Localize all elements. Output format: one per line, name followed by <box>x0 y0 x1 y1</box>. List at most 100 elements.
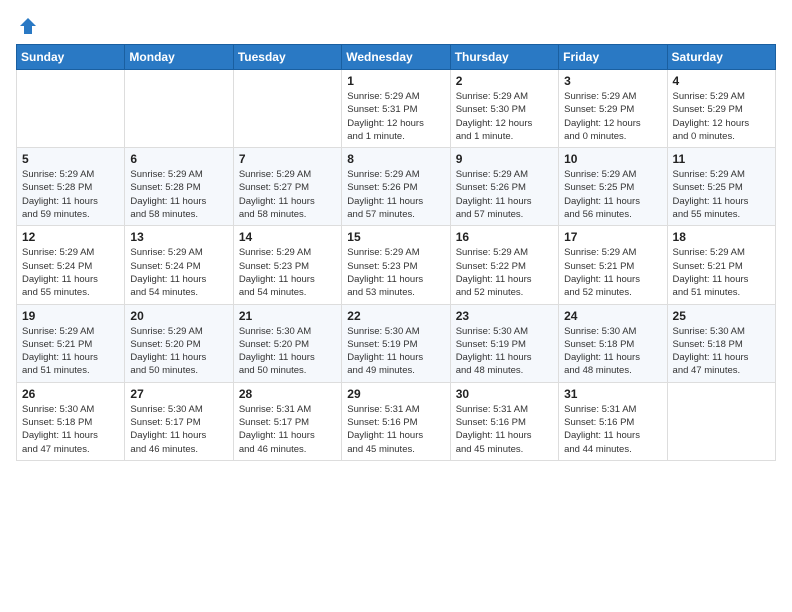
day-number: 18 <box>673 230 770 244</box>
day-info: Sunrise: 5:30 AM Sunset: 5:19 PM Dayligh… <box>456 325 553 378</box>
day-info: Sunrise: 5:29 AM Sunset: 5:28 PM Dayligh… <box>130 168 227 221</box>
day-number: 7 <box>239 152 336 166</box>
day-cell: 20 Sunrise: 5:29 AM Sunset: 5:20 PM Dayli… <box>125 304 233 382</box>
day-cell: 12 Sunrise: 5:29 AM Sunset: 5:24 PM Dayli… <box>17 226 125 304</box>
day-info: Sunrise: 5:29 AM Sunset: 5:27 PM Dayligh… <box>239 168 336 221</box>
day-cell: 14Sunrise: 5:29 AM Sunset: 5:23 PM Dayli… <box>233 226 341 304</box>
day-number: 9 <box>456 152 553 166</box>
day-number: 25 <box>673 309 770 323</box>
day-info: Sunrise: 5:30 AM Sunset: 5:20 PM Dayligh… <box>239 325 336 378</box>
logo <box>16 16 38 36</box>
day-cell: 16 Sunrise: 5:29 AM Sunset: 5:22 PM Dayli… <box>450 226 558 304</box>
day-cell: 11 Sunrise: 5:29 AM Sunset: 5:25 PM Dayli… <box>667 148 775 226</box>
day-number: 6 <box>130 152 227 166</box>
header-cell-sunday: Sunday <box>17 45 125 70</box>
day-info: Sunrise: 5:29 AM Sunset: 5:20 PM Dayligh… <box>130 325 227 378</box>
day-number: 31 <box>564 387 661 401</box>
logo-icon <box>18 16 38 36</box>
day-info: Sunrise: 5:29 AM Sunset: 5:24 PM Dayligh… <box>22 246 119 299</box>
day-number: 14 <box>239 230 336 244</box>
day-cell: 31 Sunrise: 5:31 AM Sunset: 5:16 PM Dayli… <box>559 382 667 460</box>
day-cell: 30 Sunrise: 5:31 AM Sunset: 5:16 PM Dayli… <box>450 382 558 460</box>
day-info: Sunrise: 5:29 AM Sunset: 5:25 PM Dayligh… <box>564 168 661 221</box>
day-info: Sunrise: 5:31 AM Sunset: 5:16 PM Dayligh… <box>347 403 444 456</box>
day-info: Sunrise: 5:29 AM Sunset: 5:29 PM Dayligh… <box>673 90 770 143</box>
day-cell: 15Sunrise: 5:29 AM Sunset: 5:23 PM Dayli… <box>342 226 450 304</box>
day-cell <box>233 70 341 148</box>
day-cell: 26 Sunrise: 5:30 AM Sunset: 5:18 PM Dayli… <box>17 382 125 460</box>
day-cell: 10 Sunrise: 5:29 AM Sunset: 5:25 PM Dayli… <box>559 148 667 226</box>
day-info: Sunrise: 5:29 AM Sunset: 5:24 PM Dayligh… <box>130 246 227 299</box>
day-info: Sunrise: 5:30 AM Sunset: 5:19 PM Dayligh… <box>347 325 444 378</box>
day-cell: 24 Sunrise: 5:30 AM Sunset: 5:18 PM Dayli… <box>559 304 667 382</box>
day-info: Sunrise: 5:30 AM Sunset: 5:18 PM Dayligh… <box>22 403 119 456</box>
day-info: Sunrise: 5:31 AM Sunset: 5:16 PM Dayligh… <box>564 403 661 456</box>
day-number: 20 <box>130 309 227 323</box>
header-cell-saturday: Saturday <box>667 45 775 70</box>
header-cell-wednesday: Wednesday <box>342 45 450 70</box>
day-number: 11 <box>673 152 770 166</box>
header-cell-friday: Friday <box>559 45 667 70</box>
day-number: 29 <box>347 387 444 401</box>
day-info: Sunrise: 5:30 AM Sunset: 5:17 PM Dayligh… <box>130 403 227 456</box>
day-info: Sunrise: 5:29 AM Sunset: 5:26 PM Dayligh… <box>347 168 444 221</box>
header-cell-tuesday: Tuesday <box>233 45 341 70</box>
header-row: SundayMondayTuesdayWednesdayThursdayFrid… <box>17 45 776 70</box>
week-row: 26 Sunrise: 5:30 AM Sunset: 5:18 PM Dayli… <box>17 382 776 460</box>
page-header <box>16 16 776 36</box>
day-cell <box>125 70 233 148</box>
day-cell: 19 Sunrise: 5:29 AM Sunset: 5:21 PM Dayli… <box>17 304 125 382</box>
day-info: Sunrise: 5:31 AM Sunset: 5:16 PM Dayligh… <box>456 403 553 456</box>
day-cell: 21 Sunrise: 5:30 AM Sunset: 5:20 PM Dayli… <box>233 304 341 382</box>
week-row: 12 Sunrise: 5:29 AM Sunset: 5:24 PM Dayli… <box>17 226 776 304</box>
day-cell: 25 Sunrise: 5:30 AM Sunset: 5:18 PM Dayli… <box>667 304 775 382</box>
day-number: 17 <box>564 230 661 244</box>
day-number: 1 <box>347 74 444 88</box>
day-number: 16 <box>456 230 553 244</box>
day-cell: 8 Sunrise: 5:29 AM Sunset: 5:26 PM Daylig… <box>342 148 450 226</box>
day-cell: 5 Sunrise: 5:29 AM Sunset: 5:28 PM Daylig… <box>17 148 125 226</box>
day-number: 12 <box>22 230 119 244</box>
day-cell: 9 Sunrise: 5:29 AM Sunset: 5:26 PM Daylig… <box>450 148 558 226</box>
day-info: Sunrise: 5:29 AM Sunset: 5:25 PM Dayligh… <box>673 168 770 221</box>
day-cell: 4 Sunrise: 5:29 AM Sunset: 5:29 PM Daylig… <box>667 70 775 148</box>
day-number: 8 <box>347 152 444 166</box>
day-number: 19 <box>22 309 119 323</box>
day-number: 30 <box>456 387 553 401</box>
day-info: Sunrise: 5:29 AM Sunset: 5:21 PM Dayligh… <box>673 246 770 299</box>
day-cell: 3Sunrise: 5:29 AM Sunset: 5:29 PM Daylig… <box>559 70 667 148</box>
day-info: Sunrise: 5:30 AM Sunset: 5:18 PM Dayligh… <box>673 325 770 378</box>
day-info: Sunrise: 5:30 AM Sunset: 5:18 PM Dayligh… <box>564 325 661 378</box>
day-cell: 2Sunrise: 5:29 AM Sunset: 5:30 PM Daylig… <box>450 70 558 148</box>
day-cell: 17Sunrise: 5:29 AM Sunset: 5:21 PM Dayli… <box>559 226 667 304</box>
day-number: 2 <box>456 74 553 88</box>
header-cell-thursday: Thursday <box>450 45 558 70</box>
day-cell: 28 Sunrise: 5:31 AM Sunset: 5:17 PM Dayli… <box>233 382 341 460</box>
day-cell: 27 Sunrise: 5:30 AM Sunset: 5:17 PM Dayli… <box>125 382 233 460</box>
calendar: SundayMondayTuesdayWednesdayThursdayFrid… <box>16 44 776 461</box>
day-info: Sunrise: 5:29 AM Sunset: 5:23 PM Dayligh… <box>347 246 444 299</box>
day-info: Sunrise: 5:29 AM Sunset: 5:22 PM Dayligh… <box>456 246 553 299</box>
day-number: 26 <box>22 387 119 401</box>
day-number: 4 <box>673 74 770 88</box>
day-number: 27 <box>130 387 227 401</box>
day-info: Sunrise: 5:31 AM Sunset: 5:17 PM Dayligh… <box>239 403 336 456</box>
day-number: 28 <box>239 387 336 401</box>
day-info: Sunrise: 5:29 AM Sunset: 5:31 PM Dayligh… <box>347 90 444 143</box>
day-cell: 22Sunrise: 5:30 AM Sunset: 5:19 PM Dayli… <box>342 304 450 382</box>
day-info: Sunrise: 5:29 AM Sunset: 5:28 PM Dayligh… <box>22 168 119 221</box>
day-info: Sunrise: 5:29 AM Sunset: 5:29 PM Dayligh… <box>564 90 661 143</box>
header-cell-monday: Monday <box>125 45 233 70</box>
day-cell: 1 Sunrise: 5:29 AM Sunset: 5:31 PM Daylig… <box>342 70 450 148</box>
calendar-body: 1 Sunrise: 5:29 AM Sunset: 5:31 PM Daylig… <box>17 70 776 461</box>
week-row: 5 Sunrise: 5:29 AM Sunset: 5:28 PM Daylig… <box>17 148 776 226</box>
day-number: 21 <box>239 309 336 323</box>
day-number: 24 <box>564 309 661 323</box>
day-cell: 18 Sunrise: 5:29 AM Sunset: 5:21 PM Dayli… <box>667 226 775 304</box>
day-number: 10 <box>564 152 661 166</box>
calendar-header: SundayMondayTuesdayWednesdayThursdayFrid… <box>17 45 776 70</box>
day-number: 5 <box>22 152 119 166</box>
day-info: Sunrise: 5:29 AM Sunset: 5:26 PM Dayligh… <box>456 168 553 221</box>
day-info: Sunrise: 5:29 AM Sunset: 5:21 PM Dayligh… <box>22 325 119 378</box>
day-number: 13 <box>130 230 227 244</box>
